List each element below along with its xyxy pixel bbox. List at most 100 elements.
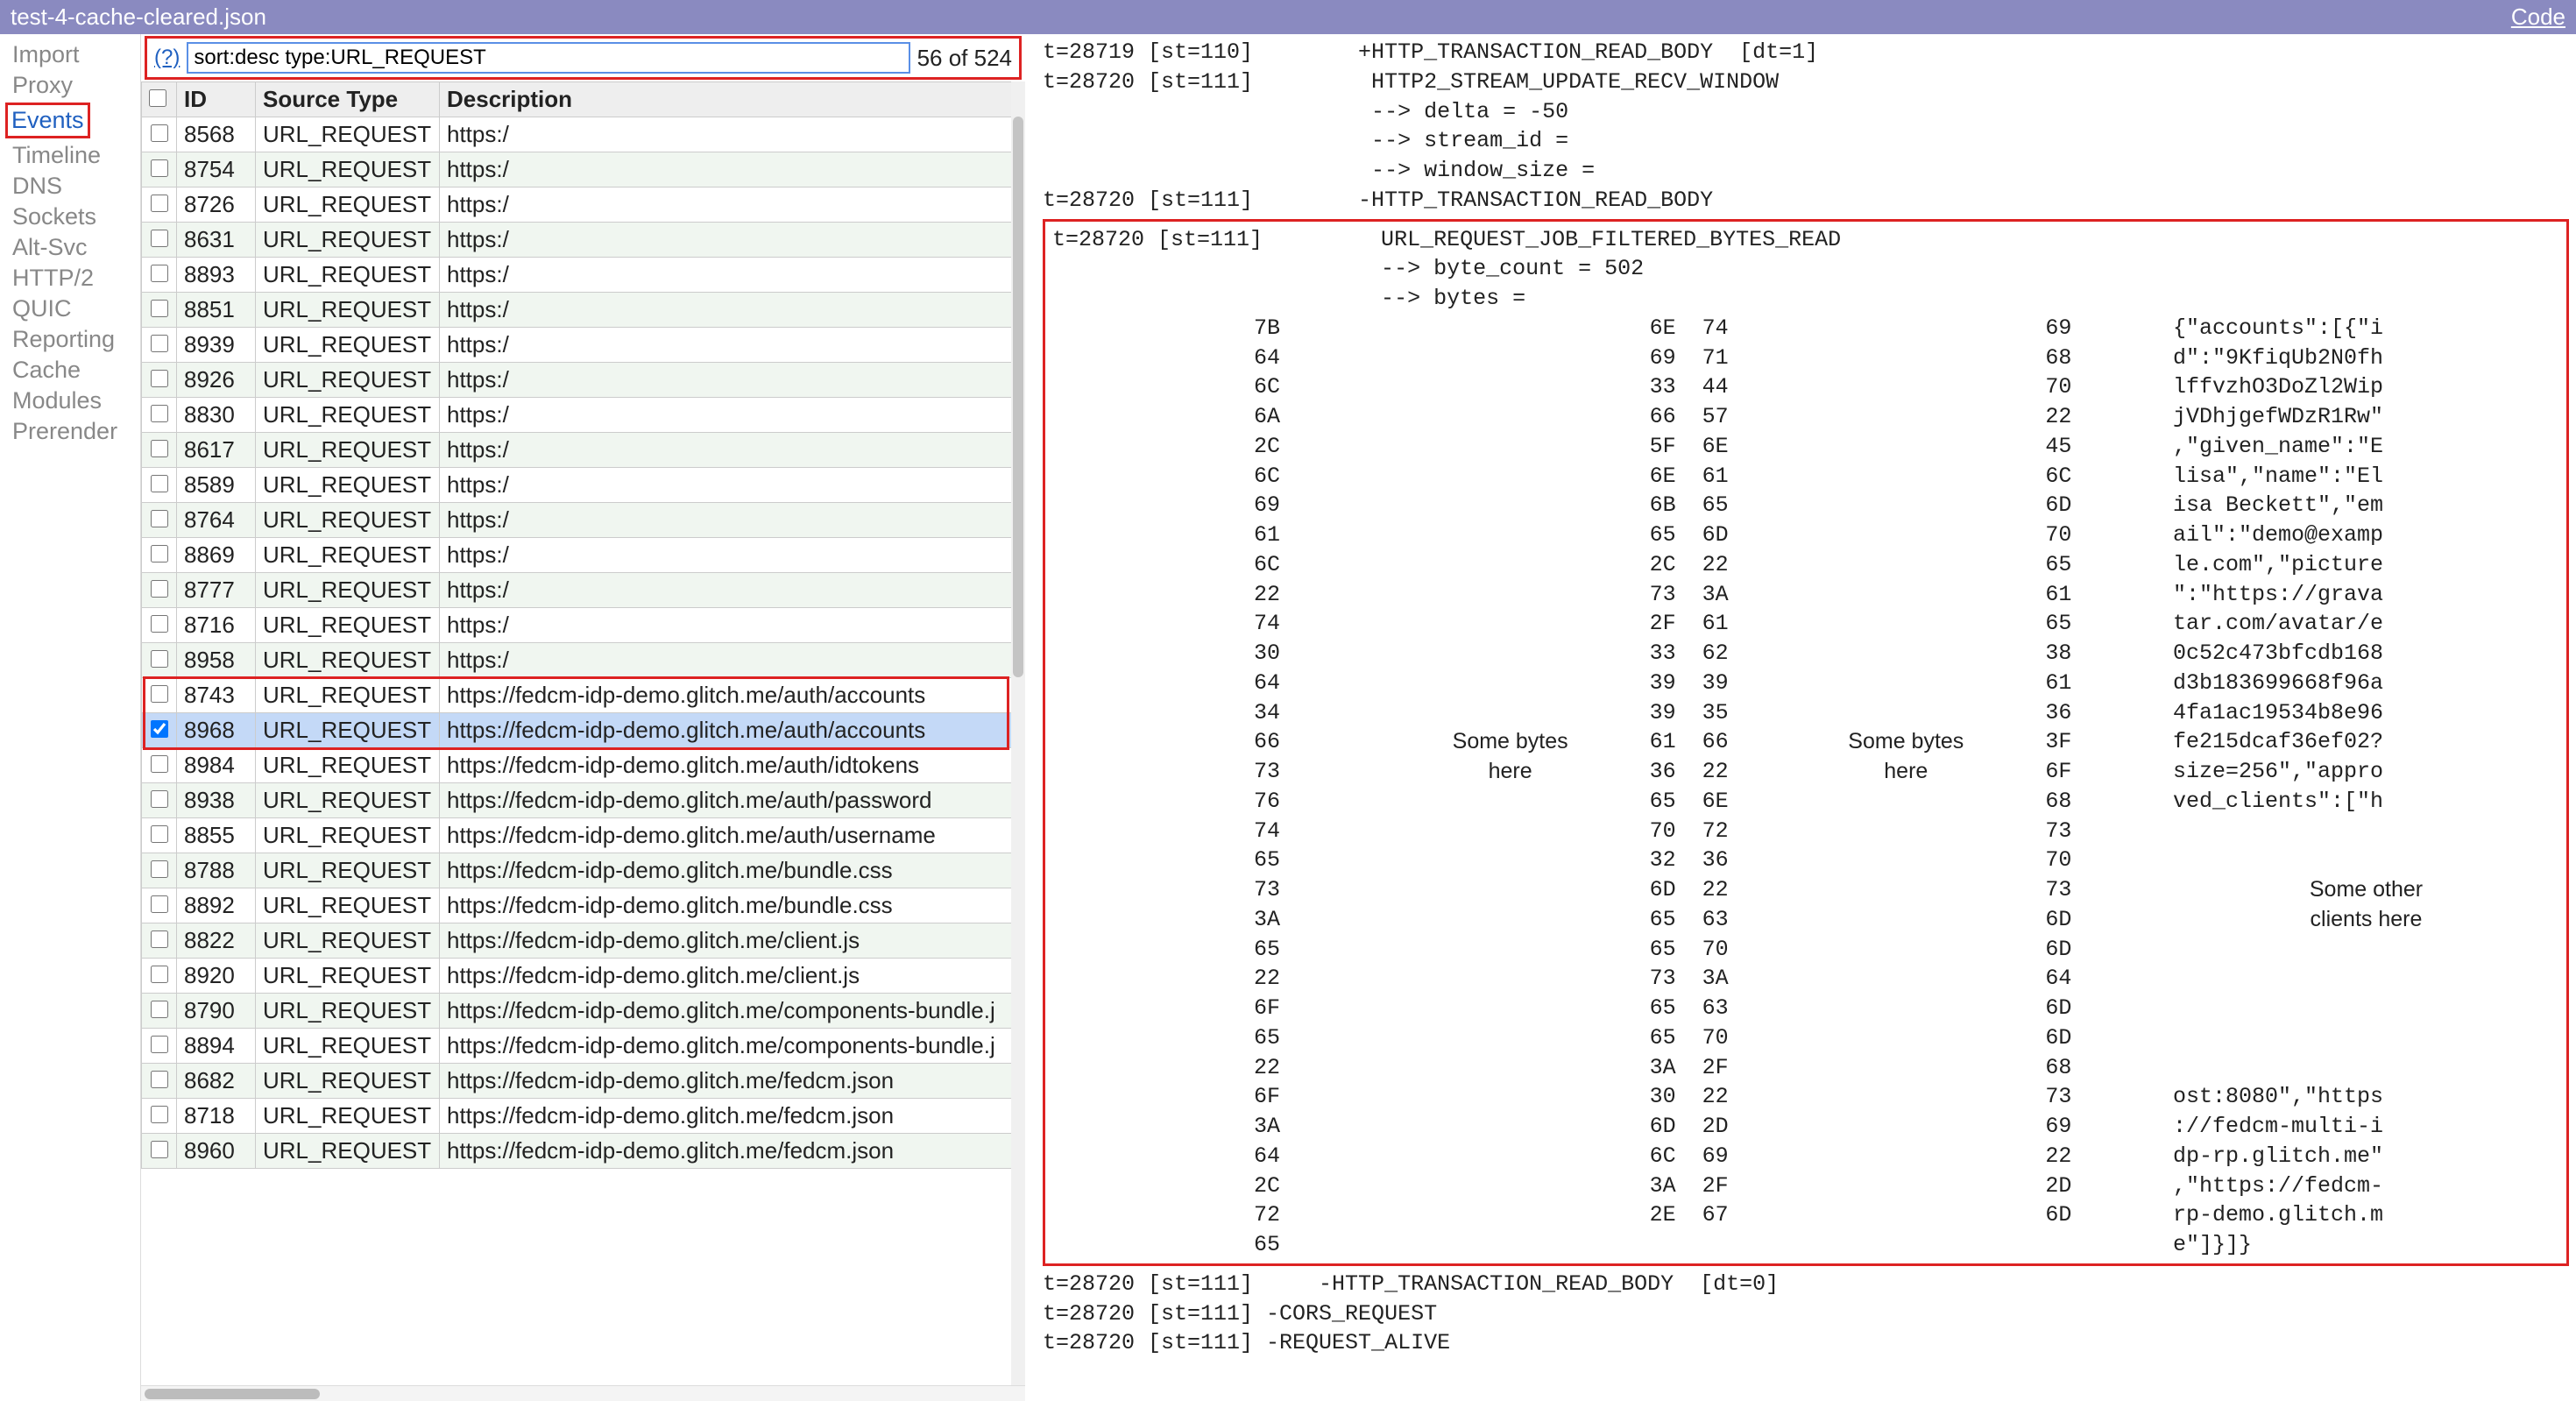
- sidebar-item-sockets[interactable]: Sockets: [12, 202, 133, 232]
- row-checkbox[interactable]: [151, 1106, 168, 1123]
- cell-type: URL_REQUEST: [256, 573, 440, 608]
- row-checkbox[interactable]: [151, 825, 168, 843]
- row-checkbox[interactable]: [151, 1001, 168, 1018]
- select-all-checkbox[interactable]: [149, 89, 166, 107]
- row-checkbox[interactable]: [151, 545, 168, 563]
- table-row[interactable]: 8777URL_REQUESThttps:/: [142, 573, 1025, 608]
- code-link[interactable]: Code: [2511, 4, 2565, 31]
- filter-help-link[interactable]: (?): [154, 46, 180, 70]
- table-row[interactable]: 8938URL_REQUESThttps://fedcm-idp-demo.gl…: [142, 783, 1025, 818]
- cell-type: URL_REQUEST: [256, 363, 440, 398]
- table-row[interactable]: 8958URL_REQUESThttps:/: [142, 643, 1025, 678]
- row-checkbox[interactable]: [151, 195, 168, 212]
- row-checkbox[interactable]: [151, 895, 168, 913]
- cell-desc: https:/: [440, 468, 1025, 503]
- vertical-scrollbar[interactable]: [1011, 81, 1025, 1385]
- table-row[interactable]: 8851URL_REQUESThttps:/: [142, 293, 1025, 328]
- row-checkbox[interactable]: [151, 1141, 168, 1158]
- sidebar-item-modules[interactable]: Modules: [12, 386, 133, 416]
- row-checkbox[interactable]: [151, 930, 168, 948]
- table-row[interactable]: 8869URL_REQUESThttps:/: [142, 538, 1025, 573]
- sidebar-item-proxy[interactable]: Proxy: [12, 70, 133, 101]
- col-description[interactable]: Description: [440, 82, 1025, 117]
- row-checkbox[interactable]: [151, 335, 168, 352]
- table-row[interactable]: 8968URL_REQUESThttps://fedcm-idp-demo.gl…: [142, 713, 1025, 748]
- table-row[interactable]: 8568URL_REQUESThttps:/: [142, 117, 1025, 152]
- table-row[interactable]: 8920URL_REQUESThttps://fedcm-idp-demo.gl…: [142, 959, 1025, 994]
- sidebar-item-reporting[interactable]: Reporting: [12, 324, 133, 355]
- sidebar-item-timeline[interactable]: Timeline: [12, 140, 133, 171]
- sidebar-item-import[interactable]: Import: [12, 39, 133, 70]
- cell-type: URL_REQUEST: [256, 923, 440, 959]
- table-row[interactable]: 8764URL_REQUESThttps:/: [142, 503, 1025, 538]
- sidebar-item-quic[interactable]: QUIC: [12, 294, 133, 324]
- row-checkbox[interactable]: [151, 510, 168, 527]
- table-row[interactable]: 8790URL_REQUESThttps://fedcm-idp-demo.gl…: [142, 994, 1025, 1029]
- col-source-type[interactable]: Source Type: [256, 82, 440, 117]
- sidebar-item-dns[interactable]: DNS: [12, 171, 133, 202]
- result-count: 56 of 524: [917, 45, 1012, 72]
- sidebar-item-cache[interactable]: Cache: [12, 355, 133, 386]
- main-layout: ImportProxy Events TimelineDNSSocketsAlt-S…: [0, 34, 2576, 1401]
- sidebar-item-events[interactable]: Events: [11, 105, 84, 136]
- sidebar-item-prerender[interactable]: Prerender: [12, 416, 133, 447]
- table-row[interactable]: 8589URL_REQUESThttps:/: [142, 468, 1025, 503]
- row-checkbox[interactable]: [151, 755, 168, 773]
- table-row[interactable]: 8830URL_REQUESThttps:/: [142, 398, 1025, 433]
- table-row[interactable]: 8894URL_REQUESThttps://fedcm-idp-demo.gl…: [142, 1029, 1025, 1064]
- table-row[interactable]: 8682URL_REQUESThttps://fedcm-idp-demo.gl…: [142, 1064, 1025, 1099]
- event-details-panel[interactable]: t=28719 [st=110] +HTTP_TRANSACTION_READ_…: [1025, 34, 2576, 1401]
- cell-id: 8938: [177, 783, 256, 818]
- row-checkbox[interactable]: [151, 300, 168, 317]
- cell-desc: https:/: [440, 538, 1025, 573]
- table-row[interactable]: 8726URL_REQUESThttps:/: [142, 188, 1025, 223]
- col-id[interactable]: ID: [177, 82, 256, 117]
- col-checkbox[interactable]: [142, 82, 177, 117]
- table-row[interactable]: 8716URL_REQUESThttps:/: [142, 608, 1025, 643]
- table-row[interactable]: 8960URL_REQUESThttps://fedcm-idp-demo.gl…: [142, 1134, 1025, 1169]
- cell-desc: https://fedcm-idp-demo.glitch.me/fedcm.j…: [440, 1064, 1025, 1099]
- table-row[interactable]: 8788URL_REQUESThttps://fedcm-idp-demo.gl…: [142, 853, 1025, 888]
- horizontal-scrollbar[interactable]: [141, 1385, 1025, 1401]
- sidebar-item-alt-svc[interactable]: Alt-Svc: [12, 232, 133, 263]
- cell-id: 8726: [177, 188, 256, 223]
- table-row[interactable]: 8743URL_REQUESThttps://fedcm-idp-demo.gl…: [142, 678, 1025, 713]
- sidebar-item-http/2[interactable]: HTTP/2: [12, 263, 133, 294]
- row-checkbox[interactable]: [151, 265, 168, 282]
- row-checkbox[interactable]: [151, 615, 168, 633]
- row-checkbox[interactable]: [151, 720, 168, 738]
- table-row[interactable]: 8892URL_REQUESThttps://fedcm-idp-demo.gl…: [142, 888, 1025, 923]
- cell-desc: https:/: [440, 398, 1025, 433]
- row-checkbox[interactable]: [151, 405, 168, 422]
- table-row[interactable]: 8939URL_REQUESThttps:/: [142, 328, 1025, 363]
- row-checkbox[interactable]: [151, 580, 168, 598]
- row-checkbox[interactable]: [151, 124, 168, 142]
- table-row[interactable]: 8984URL_REQUESThttps://fedcm-idp-demo.gl…: [142, 748, 1025, 783]
- row-checkbox[interactable]: [151, 370, 168, 387]
- row-checkbox[interactable]: [151, 685, 168, 703]
- table-row[interactable]: 8617URL_REQUESThttps:/: [142, 433, 1025, 468]
- row-checkbox[interactable]: [151, 1036, 168, 1053]
- row-checkbox[interactable]: [151, 1071, 168, 1088]
- table-row[interactable]: 8718URL_REQUESThttps://fedcm-idp-demo.gl…: [142, 1099, 1025, 1134]
- table-row[interactable]: 8754URL_REQUESThttps:/: [142, 152, 1025, 188]
- table-row[interactable]: 8631URL_REQUESThttps:/: [142, 223, 1025, 258]
- table-row[interactable]: 8855URL_REQUESThttps://fedcm-idp-demo.gl…: [142, 818, 1025, 853]
- cell-id: 8822: [177, 923, 256, 959]
- cell-desc: https://fedcm-idp-demo.glitch.me/compone…: [440, 1029, 1025, 1064]
- row-checkbox[interactable]: [151, 475, 168, 492]
- cell-id: 8830: [177, 398, 256, 433]
- table-row[interactable]: 8893URL_REQUESThttps:/: [142, 258, 1025, 293]
- row-checkbox[interactable]: [151, 966, 168, 983]
- row-checkbox[interactable]: [151, 230, 168, 247]
- row-checkbox[interactable]: [151, 860, 168, 878]
- row-checkbox[interactable]: [151, 159, 168, 177]
- cell-type: URL_REQUEST: [256, 223, 440, 258]
- filter-input[interactable]: [187, 42, 909, 74]
- table-row[interactable]: 8822URL_REQUESThttps://fedcm-idp-demo.gl…: [142, 923, 1025, 959]
- events-table-wrap[interactable]: ID Source Type Description 8568URL_REQUE…: [141, 81, 1025, 1385]
- row-checkbox[interactable]: [151, 440, 168, 457]
- table-row[interactable]: 8926URL_REQUESThttps:/: [142, 363, 1025, 398]
- row-checkbox[interactable]: [151, 790, 168, 808]
- row-checkbox[interactable]: [151, 650, 168, 668]
